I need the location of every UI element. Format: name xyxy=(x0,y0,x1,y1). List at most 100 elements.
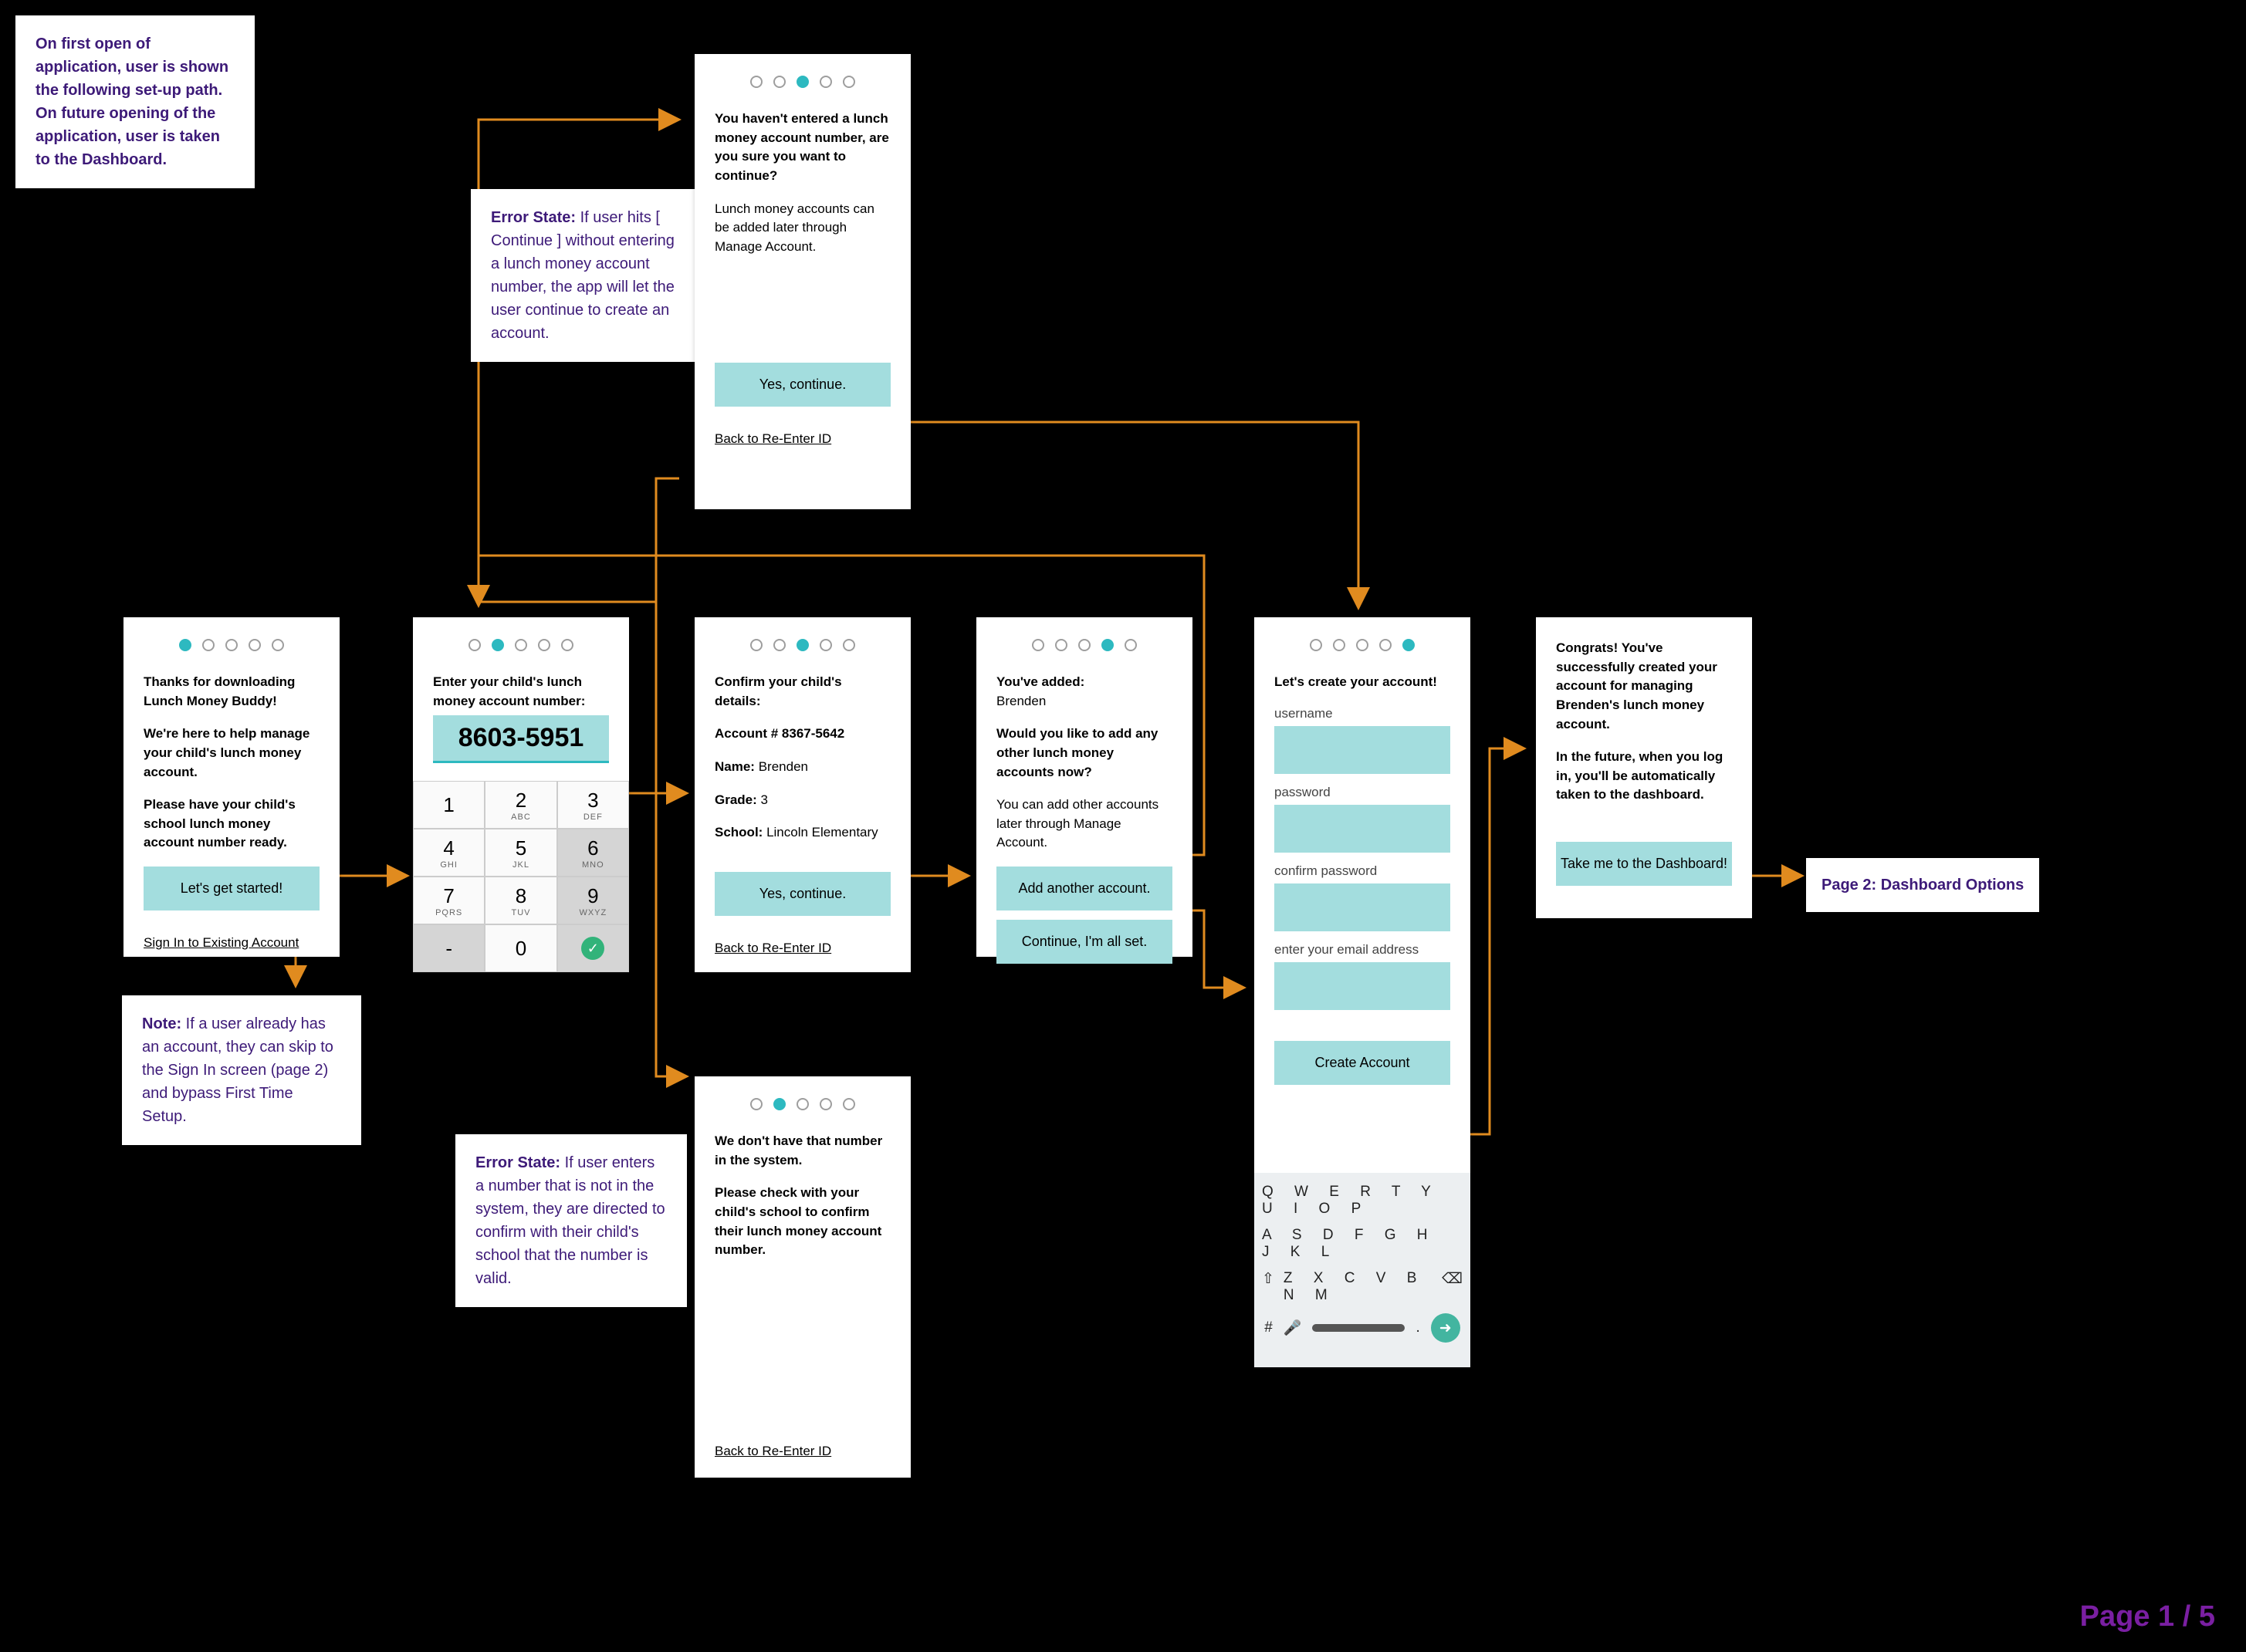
numeric-keypad[interactable]: 1 2ABC 3DEF 4GHI 5JKL 6MNO 7PQRS 8TUV 9W… xyxy=(413,781,629,972)
key-2[interactable]: 2ABC xyxy=(485,781,556,829)
annotation-error-continue-body: If user hits [ Continue ] without enteri… xyxy=(491,209,675,342)
account-number-input[interactable]: 8603-5951 xyxy=(433,715,609,763)
annotation-page2-label: Page 2: Dashboard Options xyxy=(1821,877,2024,894)
username-field[interactable] xyxy=(1274,726,1450,774)
dot-3 xyxy=(1078,639,1091,651)
not-found-back-link[interactable]: Back to Re-Enter ID xyxy=(715,1444,831,1459)
kb-row-3[interactable]: ⇧ Z X C V B N M ⌫ xyxy=(1262,1270,1463,1304)
dot-3 xyxy=(1356,639,1368,651)
label-username: username xyxy=(1274,706,1450,721)
key-5[interactable]: 5JKL xyxy=(485,829,556,877)
no-number-p1: You haven't entered a lunch money accoun… xyxy=(715,110,891,186)
no-number-p2: Lunch money accounts can be added later … xyxy=(715,200,891,257)
password-field[interactable] xyxy=(1274,805,1450,853)
annotation-error-invalid-body: If user enters a number that is not in t… xyxy=(475,1154,665,1287)
confirm-account: Account # 8367-5642 xyxy=(715,725,891,744)
key-6[interactable]: 6MNO xyxy=(557,829,629,877)
annotation-error-continue-title: Error State: xyxy=(491,209,576,226)
go-icon[interactable]: ➜ xyxy=(1431,1313,1460,1343)
welcome-start-button[interactable]: Let's get started! xyxy=(144,867,320,910)
welcome-p3: Please have your child's school lunch mo… xyxy=(144,796,320,853)
annotation-intro: On first open of application, user is sh… xyxy=(15,15,255,188)
key-9[interactable]: 9WXYZ xyxy=(557,877,629,924)
dot-3 xyxy=(797,639,809,651)
dot-2 xyxy=(773,76,786,88)
label-confirm-password: confirm password xyxy=(1274,863,1450,879)
confirm-back-link[interactable]: Back to Re-Enter ID xyxy=(715,941,831,956)
dot-5 xyxy=(843,1098,855,1110)
welcome-p1: Thanks for downloading Lunch Money Buddy… xyxy=(144,673,320,711)
hash-key[interactable]: # xyxy=(1264,1319,1273,1336)
kb-row-2[interactable]: A S D F G H J K L xyxy=(1262,1227,1463,1261)
dot-5 xyxy=(1125,639,1137,651)
mic-icon[interactable]: 🎤 xyxy=(1284,1319,1302,1337)
email-field[interactable] xyxy=(1274,962,1450,1010)
key-0[interactable]: 0 xyxy=(485,924,556,972)
confirm-yes-button[interactable]: Yes, continue. xyxy=(715,872,891,916)
confirm-name: Name: Brenden xyxy=(715,758,891,777)
dot-4 xyxy=(820,639,832,651)
key-1[interactable]: 1 xyxy=(413,781,485,829)
annotation-intro-text: On first open of application, user is sh… xyxy=(36,35,228,168)
annotation-error-continue: Error State: If user hits [ Continue ] w… xyxy=(471,189,695,362)
screen-added: You've added:Brenden Would you like to a… xyxy=(976,617,1192,957)
not-found-p1: We don't have that number in the system. xyxy=(715,1132,891,1170)
congrats-p1: Congrats! You've successfully created yo… xyxy=(1556,639,1732,734)
page-number: Page 1 / 5 xyxy=(2080,1600,2215,1633)
shift-icon[interactable]: ⇧ xyxy=(1262,1270,1274,1304)
not-found-p2: Please check with your child's school to… xyxy=(715,1184,891,1260)
confirm-grade: Grade: 3 xyxy=(715,791,891,810)
screen-create-account: Let's create your account! username pass… xyxy=(1254,617,1470,1173)
take-to-dashboard-button[interactable]: Take me to the Dashboard! xyxy=(1556,842,1732,886)
kb-row-1[interactable]: Q W E R T Y U I O P xyxy=(1262,1184,1463,1218)
kb-row-4[interactable]: # 🎤 . ➜ xyxy=(1262,1313,1463,1343)
progress-dots xyxy=(715,1098,891,1110)
progress-dots xyxy=(715,76,891,88)
period-key[interactable]: . xyxy=(1416,1319,1419,1336)
key-4[interactable]: 4GHI xyxy=(413,829,485,877)
check-icon: ✓ xyxy=(581,937,604,960)
continue-all-set-button[interactable]: Continue, I'm all set. xyxy=(996,920,1172,964)
dot-4 xyxy=(820,1098,832,1110)
added-p1: You've added:Brenden xyxy=(996,673,1172,711)
added-p3: You can add other accounts later through… xyxy=(996,796,1172,853)
welcome-signin-link[interactable]: Sign In to Existing Account xyxy=(144,935,299,951)
dot-1 xyxy=(1310,639,1322,651)
dot-3 xyxy=(797,1098,809,1110)
qwerty-keyboard[interactable]: Q W E R T Y U I O P A S D F G H J K L ⇧ … xyxy=(1254,1173,1470,1367)
label-password: password xyxy=(1274,785,1450,800)
screen-no-number: You haven't entered a lunch money accoun… xyxy=(695,54,911,509)
key-confirm[interactable]: ✓ xyxy=(557,924,629,972)
dot-2 xyxy=(1333,639,1345,651)
dot-3 xyxy=(797,76,809,88)
annotation-error-invalid-title: Error State: xyxy=(475,1154,560,1171)
confirm-school: School: Lincoln Elementary xyxy=(715,823,891,843)
screen-congrats: Congrats! You've successfully created yo… xyxy=(1536,617,1752,918)
dot-5 xyxy=(272,639,284,651)
confirm-password-field[interactable] xyxy=(1274,883,1450,931)
progress-dots xyxy=(433,639,609,651)
dot-4 xyxy=(1101,639,1114,651)
spacebar[interactable] xyxy=(1312,1324,1405,1332)
dot-2 xyxy=(492,639,504,651)
dot-2 xyxy=(773,1098,786,1110)
key-8[interactable]: 8TUV xyxy=(485,877,556,924)
no-number-back-link[interactable]: Back to Re-Enter ID xyxy=(715,431,831,447)
key-3[interactable]: 3DEF xyxy=(557,781,629,829)
dot-3 xyxy=(515,639,527,651)
dot-5 xyxy=(843,639,855,651)
backspace-icon[interactable]: ⌫ xyxy=(1442,1270,1463,1304)
no-number-yes-button[interactable]: Yes, continue. xyxy=(715,363,891,407)
create-account-button[interactable]: Create Account xyxy=(1274,1041,1450,1085)
dot-5 xyxy=(1402,639,1415,651)
dot-1 xyxy=(750,639,763,651)
key-hyphen[interactable]: - xyxy=(413,924,485,972)
dot-3 xyxy=(225,639,238,651)
dot-4 xyxy=(538,639,550,651)
annotation-note: Note: If a user already has an account, … xyxy=(122,995,361,1145)
create-title: Let's create your account! xyxy=(1274,673,1450,692)
add-another-button[interactable]: Add another account. xyxy=(996,867,1172,910)
key-7[interactable]: 7PQRS xyxy=(413,877,485,924)
progress-dots xyxy=(1274,639,1450,651)
congrats-p2: In the future, when you log in, you'll b… xyxy=(1556,748,1732,805)
